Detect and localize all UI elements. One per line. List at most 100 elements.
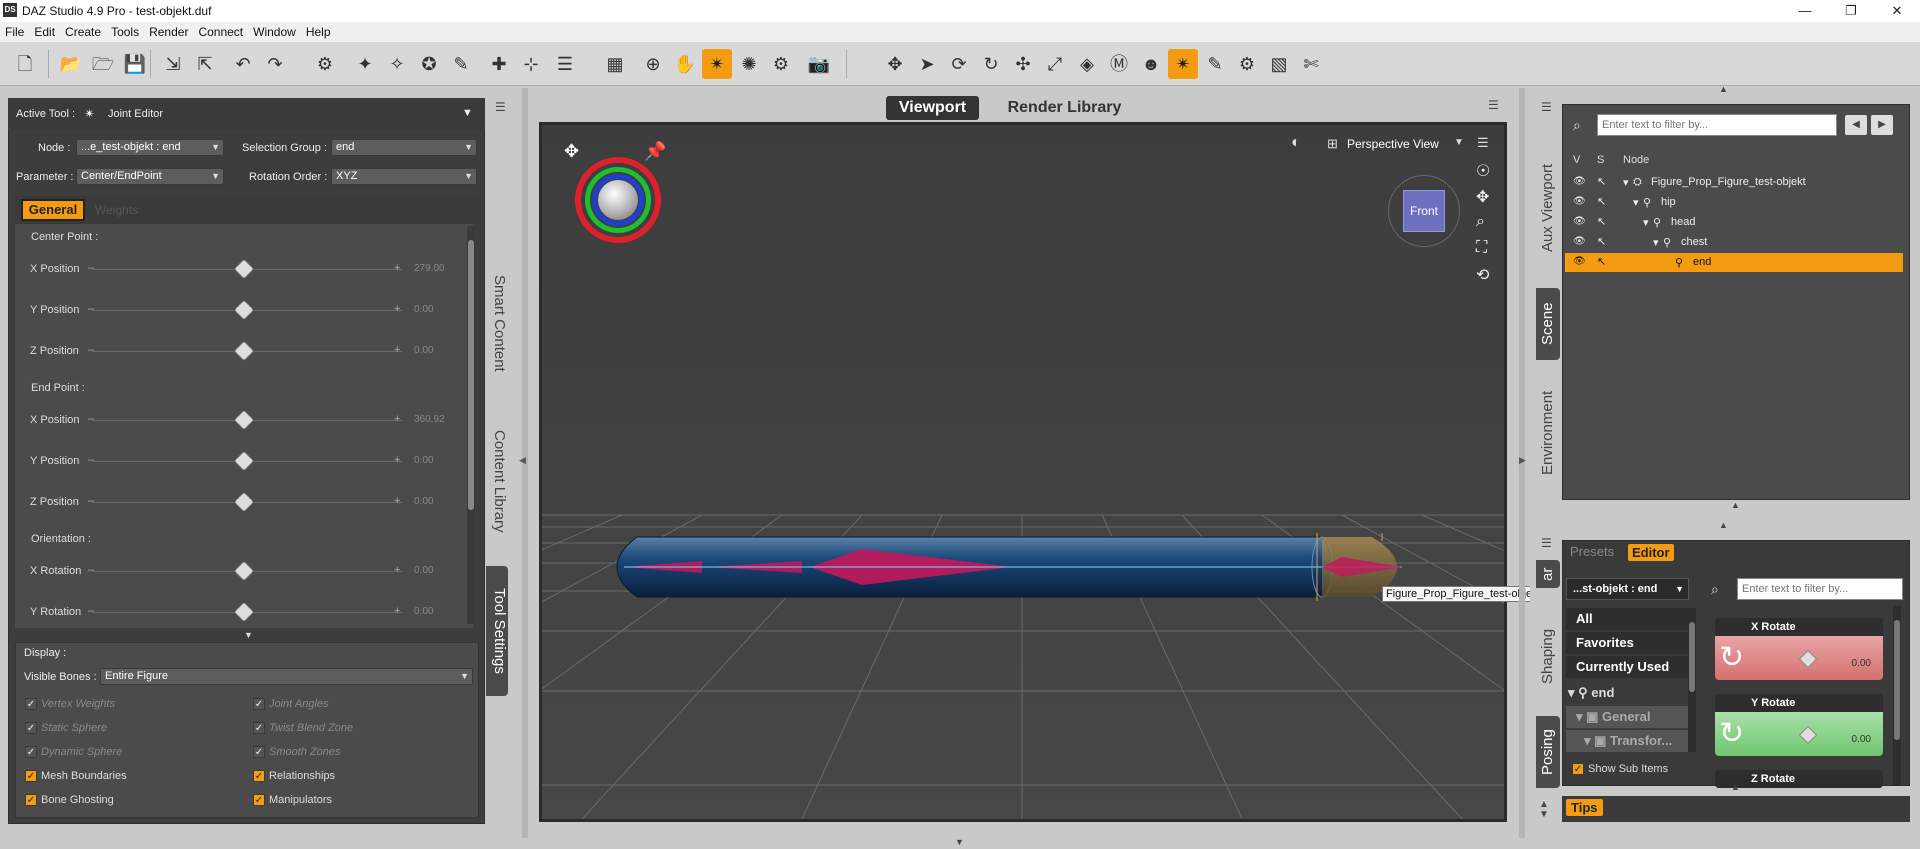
tool-menu-icon[interactable]: ▼ — [462, 107, 473, 119]
tab-posing[interactable]: Posing — [1536, 716, 1560, 788]
joint-editor-2-icon[interactable]: ✴ — [1168, 49, 1198, 79]
tab-shaping[interactable]: Shaping — [1536, 620, 1560, 692]
eye-icon[interactable]: 👁 — [1573, 176, 1586, 187]
bone-tool-2-icon[interactable]: ✄ — [1296, 49, 1326, 79]
menu-render[interactable]: Render — [144, 22, 193, 39]
edit-icon[interactable]: ✎ — [1200, 49, 1230, 79]
checkbox-box[interactable]: ✓ — [253, 770, 265, 782]
transfer-icon[interactable]: ✋ — [670, 49, 700, 79]
tab-content-library[interactable]: Content Library — [486, 416, 508, 546]
create-figure-icon[interactable]: ⚙ — [310, 49, 340, 79]
tab-weights[interactable]: Weights — [95, 203, 138, 217]
pane-menu-icon[interactable]: ☰ — [1541, 536, 1552, 550]
scene-row[interactable]: 👁 ↖ ▾ ⚲ chest — [1565, 233, 1903, 252]
slider-x-rotation[interactable]: X Rotation – +0.00 — [30, 560, 450, 582]
region-nav-icon[interactable]: ⊕ — [638, 49, 668, 79]
slider-knob[interactable] — [233, 409, 255, 431]
select-icon[interactable]: ↖ — [1597, 195, 1606, 208]
plus-icon[interactable]: + — [394, 303, 400, 315]
tab-general[interactable]: General — [21, 199, 85, 221]
tab-presets[interactable]: Presets — [1570, 544, 1614, 559]
tab-aux-viewport[interactable]: Aux Viewport — [1536, 150, 1560, 266]
checkbox-box[interactable]: ✓ — [25, 698, 37, 710]
select-icon[interactable]: ↖ — [1597, 215, 1606, 228]
slider-knob[interactable] — [233, 560, 255, 582]
node-dropdown[interactable]: ...e_test-objekt : end ▼ — [76, 139, 224, 156]
splitter-handle-icon[interactable]: ▼ — [244, 630, 253, 640]
viewport-menu-icon[interactable]: ☰ — [1477, 135, 1489, 151]
param-x-rotate[interactable]: X Rotate ↻ 0.00 — [1715, 618, 1883, 680]
zoom-icon[interactable]: ⌕ — [1476, 213, 1485, 231]
bone-delete-icon[interactable]: ✧ — [382, 49, 412, 79]
eye-icon[interactable]: 👁 — [1573, 236, 1586, 247]
close-button[interactable]: ✕ — [1874, 0, 1920, 22]
shading-icon[interactable]: ◐ — [1291, 134, 1301, 152]
minus-icon[interactable]: – — [88, 564, 94, 576]
slider-value[interactable]: 0.00 — [414, 565, 433, 576]
slider-y-rotation[interactable]: Y Rotation – +0.00 — [30, 601, 450, 623]
expand-icon[interactable]: ▾ — [1633, 196, 1639, 209]
checkbox-box[interactable]: ✓ — [253, 698, 265, 710]
scrollbar[interactable] — [467, 226, 475, 624]
expand-icon[interactable]: ▾ — [1566, 709, 1583, 724]
splitter-up-icon[interactable]: ▲ — [1719, 520, 1728, 530]
joint-editor-icon[interactable]: ✴ — [702, 49, 732, 79]
tab-tool-settings[interactable]: Tool Settings — [486, 566, 508, 696]
frame-icon[interactable]: ⛶ — [1476, 239, 1487, 257]
pan-icon[interactable]: ✥ — [1476, 187, 1489, 207]
minus-icon[interactable]: – — [88, 454, 94, 466]
scale-icon[interactable]: ⤢ — [1040, 49, 1070, 79]
splitter-up-icon[interactable]: ▲ — [1731, 500, 1740, 510]
slider-value[interactable]: 360.92 — [414, 414, 445, 425]
grid-icon[interactable]: ▦ — [600, 49, 630, 79]
weight-map-icon[interactable]: ✚ — [484, 49, 514, 79]
column-s[interactable]: S — [1597, 154, 1604, 166]
view-cube[interactable]: Front — [1388, 175, 1460, 247]
pin-icon[interactable]: 📌 — [644, 141, 666, 162]
translate-icon[interactable]: ✣ — [1008, 49, 1038, 79]
slider-value[interactable]: 0.00 — [414, 345, 433, 356]
render-2-icon[interactable]: ⚙ — [1232, 49, 1262, 79]
active-pose-icon[interactable]: ☻ — [1136, 49, 1166, 79]
selection-group-dropdown[interactable]: end ▼ — [331, 139, 477, 156]
minus-icon[interactable]: – — [88, 495, 94, 507]
layout-icon[interactable]: ⊞ — [1327, 136, 1338, 152]
scene-filter-input[interactable] — [1597, 114, 1837, 136]
minimize-button[interactable]: — — [1782, 0, 1828, 22]
scene-row[interactable]: 👁 ↖ ▾ ⚲ hip — [1565, 193, 1903, 212]
params-scrollbar[interactable] — [1893, 606, 1901, 786]
camera-orbit-gizmo[interactable] — [575, 157, 661, 243]
expand-icon[interactable]: ▾ — [1643, 216, 1649, 229]
weight-paint-icon[interactable]: ▧ — [1264, 49, 1294, 79]
plus-icon[interactable]: + — [394, 605, 400, 617]
slider-knob[interactable] — [233, 601, 255, 623]
menu-window[interactable]: Window — [248, 22, 301, 39]
save-as-icon[interactable]: 🗁 — [88, 49, 118, 79]
new-file-icon[interactable]: 🗋 — [10, 49, 40, 79]
tips-button[interactable]: Tips — [1566, 799, 1603, 816]
rotation-order-dropdown[interactable]: XYZ ▼ — [331, 168, 477, 185]
expand-icon[interactable]: ▾ — [1653, 236, 1659, 249]
surface-selection-icon[interactable]: ◈ — [1072, 49, 1102, 79]
export-icon[interactable]: ⇱ — [190, 49, 220, 79]
checkbox-box[interactable]: ✓ — [253, 722, 265, 734]
expand-icon[interactable]: ▾ — [1566, 733, 1591, 748]
plus-icon[interactable]: + — [394, 454, 400, 466]
slider-knob[interactable] — [233, 491, 255, 513]
chevron-down-icon[interactable]: ▼ — [1454, 137, 1464, 148]
visible-bones-dropdown[interactable]: Entire Figure ▼ — [100, 668, 473, 685]
checkbox-box[interactable]: ✓ — [1572, 763, 1584, 775]
parameter-dropdown[interactable]: Center/EndPoint ▼ — [76, 168, 224, 185]
slider-end-z-position[interactable]: Z Position – +0.00 — [30, 491, 450, 513]
geometry-assign-icon[interactable]: ✎ — [446, 49, 476, 79]
params-node-dropdown[interactable]: ...st-objekt : end ▼ — [1566, 578, 1689, 600]
scrollbar-thumb[interactable] — [1689, 622, 1695, 692]
open-icon[interactable]: 📂 — [56, 49, 86, 79]
render-icon[interactable]: 📷 — [804, 49, 834, 79]
expand-icon[interactable]: ▾ — [1566, 685, 1575, 700]
view-cube-front[interactable]: Front — [1403, 190, 1445, 232]
menu-create[interactable]: Create — [60, 22, 106, 39]
category-scrollbar[interactable] — [1688, 608, 1696, 752]
checkbox-box[interactable]: ✓ — [253, 794, 265, 806]
figure-tool-icon[interactable]: ✥ — [564, 141, 579, 162]
